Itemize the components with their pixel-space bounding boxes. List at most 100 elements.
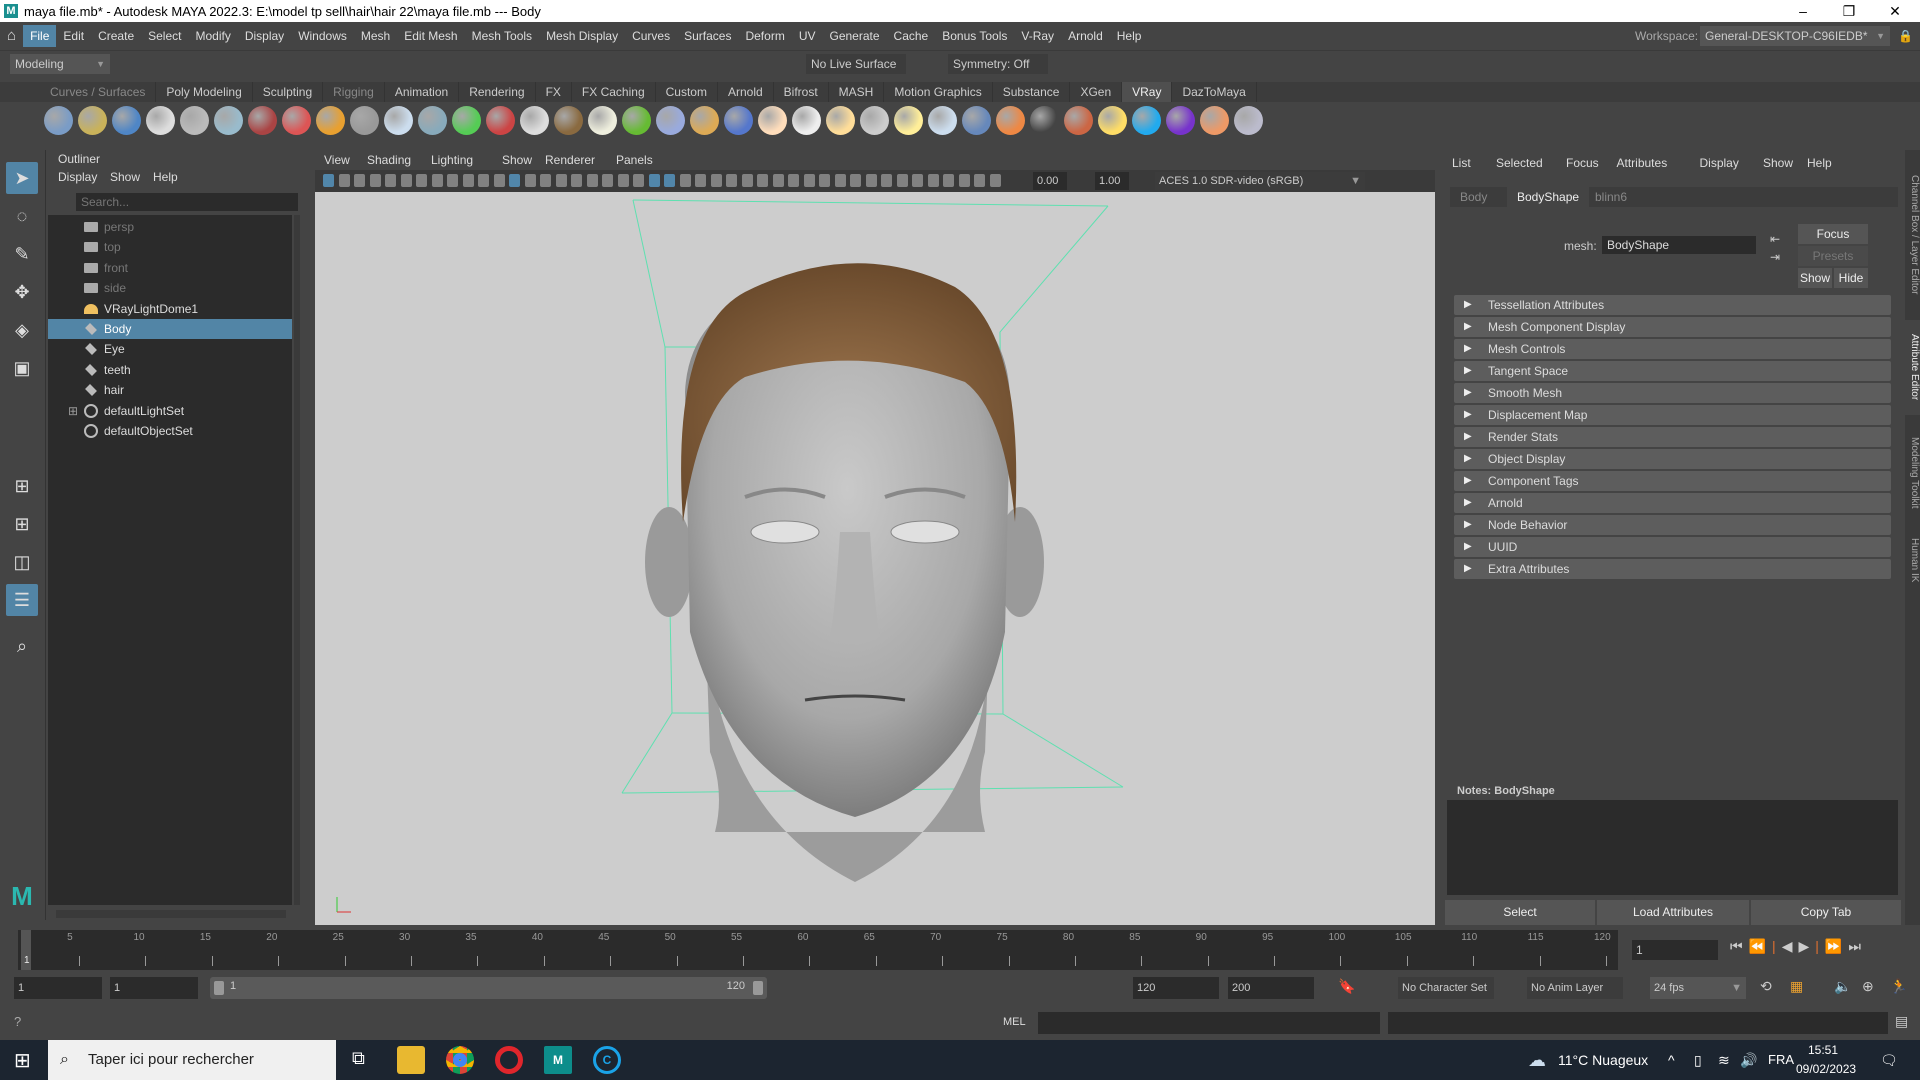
viewport-tool-icon[interactable] [726, 174, 737, 187]
outliner-item-side[interactable]: side [48, 278, 292, 298]
viewport-tool-icon[interactable] [462, 174, 474, 187]
section-component-tags[interactable]: ▶ Component Tags [1454, 471, 1891, 491]
viewport-menu-panels[interactable]: Panels [616, 153, 653, 167]
shelf-tab-sculpting[interactable]: Sculpting [253, 82, 324, 102]
minimize-button[interactable]: – [1780, 0, 1826, 22]
menu-edit[interactable]: Edit [56, 25, 91, 47]
outliner-item-vraylightdome1[interactable]: VRayLightDome1 [48, 299, 292, 319]
weather-text[interactable]: 11°C Nuageux [1558, 1040, 1648, 1080]
shelf-tab-mash[interactable]: MASH [829, 82, 885, 102]
viewport-tool-icon[interactable] [989, 174, 1001, 187]
focus-button[interactable]: Focus [1798, 224, 1868, 244]
shelf-tool-icon[interactable] [520, 105, 549, 135]
outliner-item-top[interactable]: top [48, 237, 292, 257]
shelf-tool-icon[interactable] [1166, 105, 1195, 135]
copy-tab-button[interactable]: Copy Tab [1751, 900, 1901, 925]
viewport-tool-icon[interactable] [710, 174, 722, 187]
outliner-menu-display[interactable]: Display [58, 170, 97, 184]
shelf-tool-icon[interactable] [860, 105, 889, 135]
viewport-tool-icon[interactable] [881, 174, 892, 187]
live-surface-field[interactable]: No Live Surface [806, 54, 906, 74]
ae-menu-show[interactable]: Show [1763, 156, 1793, 170]
shelf-tab-motion-graphics[interactable]: Motion Graphics [884, 82, 993, 102]
playblast-icon[interactable]: ▦ [1790, 978, 1803, 995]
outliner-item-defaultobjectset[interactable]: defaultObjectSet [48, 421, 292, 441]
shelf-tool-icon[interactable] [690, 105, 719, 135]
ae-menu-list[interactable]: List [1452, 156, 1471, 170]
menu-help[interactable]: Help [1110, 25, 1149, 47]
show-button[interactable]: Show [1798, 268, 1832, 288]
viewport-tool-icon[interactable] [943, 174, 954, 187]
shelf-tab-daztomaya[interactable]: DazToMaya [1172, 82, 1257, 102]
viewport-tool-icon[interactable] [633, 174, 644, 187]
ae-menu-attributes[interactable]: Attributes [1617, 156, 1668, 170]
viewport-tool-icon[interactable] [385, 174, 396, 187]
shelf-tool-icon[interactable] [826, 105, 855, 135]
anim-layer-dropdown[interactable]: No Anim Layer [1527, 977, 1623, 999]
section-node-behavior[interactable]: ▶ Node Behavior [1454, 515, 1891, 535]
play-backwards-icon[interactable]: ◀ [1782, 938, 1799, 954]
outliner-menu-help[interactable]: Help [153, 170, 178, 184]
shelf-tool-icon[interactable] [588, 105, 617, 135]
3d-viewport[interactable] [315, 192, 1435, 925]
viewport-tool-icon[interactable] [602, 174, 613, 187]
opera-icon[interactable] [495, 1046, 523, 1074]
rotate-tool-icon[interactable]: ◈ [6, 314, 38, 346]
file-explorer-icon[interactable] [397, 1046, 425, 1074]
four-view-layout-icon[interactable]: ⊞ [6, 508, 38, 540]
menu-create[interactable]: Create [91, 25, 141, 47]
exposure-field[interactable]: 0.00 [1033, 172, 1067, 190]
scale-tool-icon[interactable]: ▣ [6, 352, 38, 384]
lock-icon[interactable]: 🔒 [1898, 29, 1913, 43]
load-attributes-button[interactable]: Load Attributes [1597, 900, 1749, 925]
shelf-tool-icon[interactable] [214, 105, 243, 135]
range-end-handle[interactable] [753, 981, 763, 995]
taskbar-search-input[interactable]: ⌕ Taper ici pour rechercher [48, 1040, 336, 1080]
range-start-handle[interactable] [214, 981, 224, 995]
auto-key-icon[interactable]: 🔖 [1338, 978, 1355, 995]
section-object-display[interactable]: ▶ Object Display [1454, 449, 1891, 469]
language-indicator[interactable]: FRA [1768, 1040, 1794, 1080]
shelf-tool-icon[interactable] [554, 105, 583, 135]
shelf-tab-rendering[interactable]: Rendering [459, 82, 536, 102]
section-extra-attributes[interactable]: ▶ Extra Attributes [1454, 559, 1891, 579]
shelf-tool-icon[interactable] [282, 105, 311, 135]
range-slider[interactable]: 1 120 [210, 977, 767, 999]
menu-mesh[interactable]: Mesh [354, 25, 397, 47]
shelf-tab-poly-modeling[interactable]: Poly Modeling [156, 82, 253, 102]
section-mesh-component-display[interactable]: ▶ Mesh Component Display [1454, 317, 1891, 337]
ae-tab-blinn6[interactable]: blinn6 [1585, 187, 1637, 207]
ae-tab-body[interactable]: Body [1450, 187, 1497, 207]
expand-icon[interactable]: ⊞ [68, 401, 78, 421]
home-icon[interactable]: ⌂ [0, 25, 23, 47]
shelf-tool-icon[interactable] [928, 105, 957, 135]
ae-menu-selected[interactable]: Selected [1496, 156, 1543, 170]
weather-cloud-icon[interactable]: ☁ [1528, 1040, 1546, 1080]
shelf-tab-rigging[interactable]: Rigging [323, 82, 385, 102]
gamma-field[interactable]: 1.00 [1095, 172, 1129, 190]
hide-button[interactable]: Hide [1834, 268, 1868, 288]
section-tessellation-attributes[interactable]: ▶ Tessellation Attributes [1454, 295, 1891, 315]
fps-dropdown[interactable]: 24 fps ▼ [1650, 977, 1746, 999]
viewport-tool-icon[interactable] [850, 174, 861, 187]
step-forward-key-icon[interactable]: | [1815, 938, 1825, 954]
viewport-tool-icon[interactable] [571, 174, 582, 187]
shelf-tool-icon[interactable] [894, 105, 923, 135]
script-editor-icon[interactable]: ▤ [1895, 1013, 1908, 1030]
menu-windows[interactable]: Windows [291, 25, 354, 47]
menu-surfaces[interactable]: Surfaces [677, 25, 738, 47]
outliner-menu-show[interactable]: Show [110, 170, 140, 184]
clock-time[interactable]: 15:51 [1808, 1043, 1838, 1057]
ae-tab-bodyshape[interactable]: BodyShape [1507, 187, 1590, 207]
modeling-toolkit-tab[interactable]: Modeling Toolkit [1905, 425, 1920, 520]
mesh-name-field[interactable]: BodyShape [1602, 236, 1756, 254]
shelf-tool-icon[interactable] [248, 105, 277, 135]
single-view-layout-icon[interactable]: ⊞ [6, 470, 38, 502]
human-ik-tab[interactable]: Human IK [1905, 530, 1920, 590]
task-view-icon[interactable]: ⧉ [352, 1048, 365, 1069]
shelf-tool-icon[interactable] [996, 105, 1025, 135]
viewport-tool-icon[interactable] [648, 174, 660, 187]
menu-mesh-tools[interactable]: Mesh Tools [465, 25, 539, 47]
select-tool-icon[interactable]: ➤ [6, 162, 38, 194]
maya-taskbar-icon[interactable]: M [544, 1046, 572, 1074]
